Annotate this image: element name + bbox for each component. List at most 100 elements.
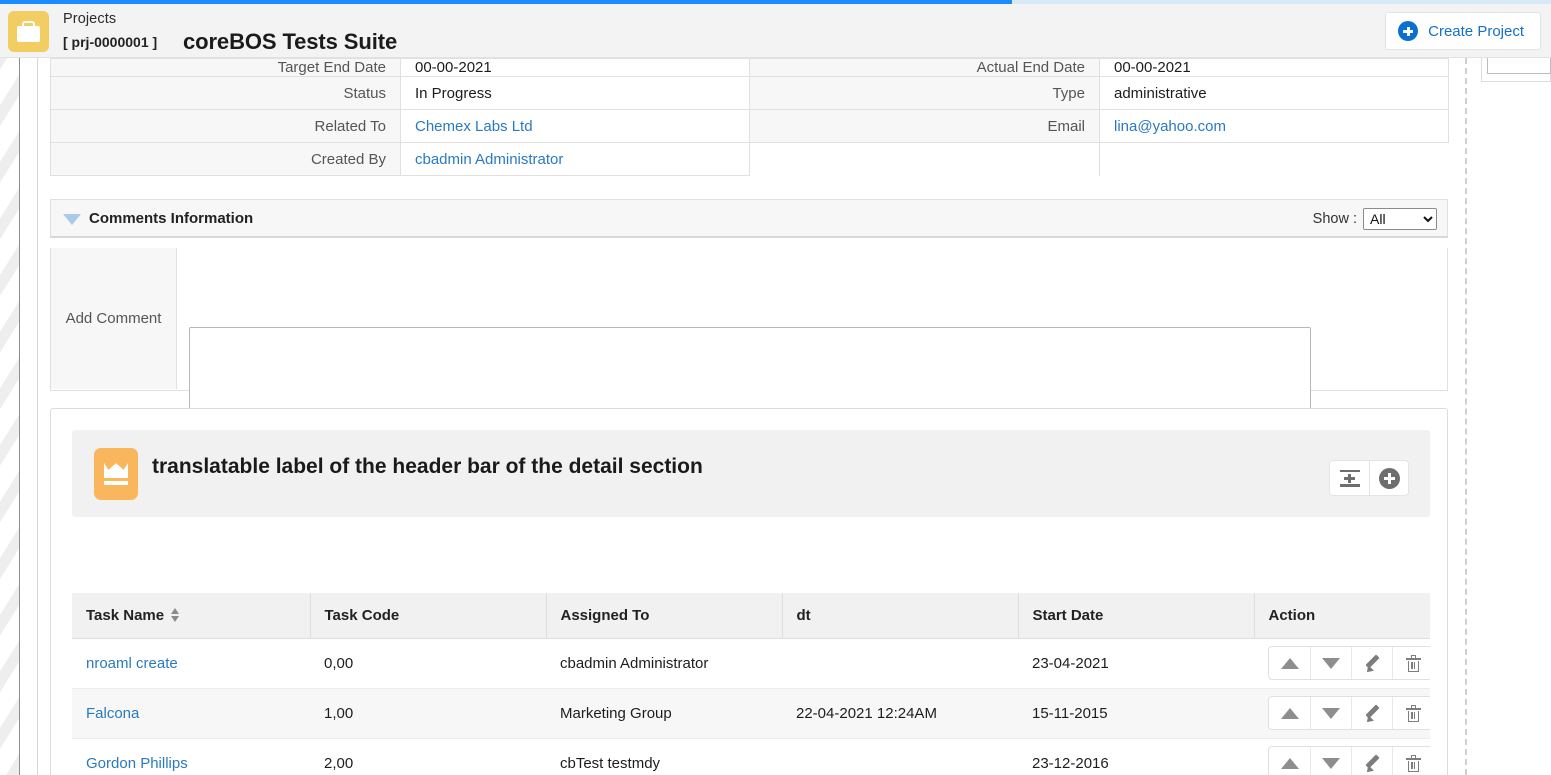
add-comment-label-cell: Add Comment bbox=[51, 248, 177, 389]
column-header-action: Action bbox=[1254, 593, 1430, 639]
column-label: Task Name bbox=[86, 606, 165, 624]
task-name-link[interactable]: Gordon Phillips bbox=[86, 755, 188, 772]
cell-action bbox=[1254, 738, 1430, 775]
field-label: Target End Date bbox=[50, 58, 401, 77]
cell-task-name: Gordon Phillips bbox=[72, 738, 310, 775]
delete-icon[interactable] bbox=[1392, 647, 1430, 679]
edit-icon[interactable] bbox=[1351, 747, 1392, 775]
plus-circle-icon bbox=[1398, 21, 1419, 41]
cell-task-code: 2,00 bbox=[310, 738, 546, 775]
background-pattern-strip bbox=[0, 58, 19, 775]
add-icon[interactable] bbox=[1369, 461, 1408, 495]
page-title: coreBOS Tests Suite bbox=[183, 29, 398, 54]
cell-start-date: 23-12-2016 bbox=[1018, 738, 1254, 775]
cell-task-name: Falcona bbox=[72, 688, 310, 739]
comments-section-header: Comments Information Show : All bbox=[50, 199, 1448, 238]
cell-dt: 22-04-2021 12:24AM bbox=[782, 688, 1018, 739]
field-empty-cell bbox=[749, 142, 1100, 176]
delete-icon[interactable] bbox=[1392, 747, 1430, 775]
related-list-card: translatable label of the header bar of … bbox=[50, 408, 1448, 775]
cell-assigned-to: Marketing Group bbox=[546, 688, 782, 739]
field-empty-cell bbox=[1099, 142, 1449, 176]
page-load-progress-track bbox=[1012, 0, 1551, 4]
table-row: Falcona 1,00 Marketing Group 22-04-2021 … bbox=[72, 688, 1430, 739]
field-value-related-to: Chemex Labs Ltd bbox=[400, 109, 750, 143]
create-project-label: Create Project bbox=[1428, 22, 1524, 40]
comments-section-title: Comments Information bbox=[89, 210, 254, 227]
related-list-title: translatable label of the header bar of … bbox=[152, 455, 703, 478]
created-by-link[interactable]: cbadmin Administrator bbox=[415, 151, 563, 168]
email-link[interactable]: lina@yahoo.com bbox=[1114, 118, 1226, 135]
cell-start-date: 15-11-2015 bbox=[1018, 688, 1254, 739]
move-up-icon[interactable] bbox=[1269, 697, 1310, 729]
related-list-header: translatable label of the header bar of … bbox=[72, 430, 1430, 517]
triangle-down-icon[interactable] bbox=[63, 214, 81, 225]
cell-task-code: 1,00 bbox=[310, 688, 546, 739]
right-dashed-divider bbox=[1465, 58, 1467, 775]
show-filter-select[interactable]: All bbox=[1363, 208, 1437, 230]
cell-dt bbox=[782, 638, 1018, 689]
task-name-link[interactable]: Falcona bbox=[86, 705, 139, 722]
cell-action bbox=[1254, 688, 1430, 739]
fit-rows-icon[interactable] bbox=[1330, 461, 1369, 495]
left-divider-primary bbox=[19, 58, 20, 775]
related-list-toolbar bbox=[1329, 460, 1409, 496]
add-comment-row: Add Comment Save Clear bbox=[50, 248, 1448, 455]
field-value-status: In Progress bbox=[400, 76, 750, 110]
cell-assigned-to: cbTest testmdy bbox=[546, 738, 782, 775]
move-down-icon[interactable] bbox=[1310, 747, 1351, 775]
table-row: Created By cbadmin Administrator bbox=[50, 142, 1449, 176]
comment-input[interactable] bbox=[189, 327, 1311, 417]
main-content: Target End Date 00-00-2021 Actual End Da… bbox=[38, 58, 1465, 775]
table-row: Status In Progress Type administrative bbox=[50, 76, 1449, 110]
page-load-progress-bar bbox=[0, 0, 1012, 4]
move-down-icon[interactable] bbox=[1310, 647, 1351, 679]
cell-action bbox=[1254, 638, 1430, 689]
field-label-status: Status bbox=[50, 76, 401, 110]
edit-icon[interactable] bbox=[1351, 647, 1392, 679]
task-name-link[interactable]: nroaml create bbox=[86, 655, 178, 672]
cell-task-name: nroaml create bbox=[72, 638, 310, 689]
sort-arrows-icon[interactable] bbox=[171, 607, 180, 623]
related-list-body: nroaml create 0,00 cbadmin Administrator… bbox=[72, 638, 1430, 775]
table-row: Related To Chemex Labs Ltd Email lina@ya… bbox=[50, 109, 1449, 143]
row-action-group bbox=[1268, 696, 1430, 730]
move-up-icon[interactable] bbox=[1269, 747, 1310, 775]
related-to-link[interactable]: Chemex Labs Ltd bbox=[415, 118, 533, 135]
table-row: nroaml create 0,00 cbadmin Administrator… bbox=[72, 638, 1430, 689]
move-down-icon[interactable] bbox=[1310, 697, 1351, 729]
briefcase-icon bbox=[8, 11, 49, 52]
app-header: Projects [ prj-0000001 ] coreBOS Tests S… bbox=[0, 4, 1551, 58]
page-root: Target End Date 00-00-2021 Actual End Da… bbox=[0, 0, 1551, 775]
cell-dt bbox=[782, 738, 1018, 775]
field-value-created-by: cbadmin Administrator bbox=[400, 142, 750, 176]
field-label-created-by: Created By bbox=[50, 142, 401, 176]
delete-icon[interactable] bbox=[1392, 697, 1430, 729]
row-action-group bbox=[1268, 746, 1430, 775]
detail-field-table: Target End Date 00-00-2021 Actual End Da… bbox=[50, 58, 1449, 176]
column-header-task-code[interactable]: Task Code bbox=[310, 593, 547, 639]
right-panel-stub-inner bbox=[1487, 58, 1551, 74]
table-row: Target End Date 00-00-2021 Actual End Da… bbox=[50, 58, 1449, 77]
crown-icon bbox=[94, 448, 138, 500]
move-up-icon[interactable] bbox=[1269, 647, 1310, 679]
column-header-dt[interactable]: dt bbox=[782, 593, 1019, 639]
field-value: 00-00-2021 bbox=[1099, 58, 1449, 77]
field-label: Actual End Date bbox=[749, 58, 1100, 77]
edit-icon[interactable] bbox=[1351, 697, 1392, 729]
cell-start-date: 23-04-2021 bbox=[1018, 638, 1254, 689]
column-header-task-name[interactable]: Task Name bbox=[72, 593, 311, 639]
table-header-row: Task Name Task Code Assigned To dt Start… bbox=[72, 593, 1430, 639]
field-label-related-to: Related To bbox=[50, 109, 401, 143]
create-project-button[interactable]: Create Project bbox=[1385, 12, 1541, 50]
field-label-type: Type bbox=[749, 76, 1100, 110]
field-label-email: Email bbox=[749, 109, 1100, 143]
column-header-assigned-to[interactable]: Assigned To bbox=[546, 593, 783, 639]
show-filter-label: Show : bbox=[1312, 211, 1357, 227]
field-value-type: administrative bbox=[1099, 76, 1449, 110]
field-value: 00-00-2021 bbox=[400, 58, 750, 77]
field-value-email: lina@yahoo.com bbox=[1099, 109, 1449, 143]
column-header-start-date[interactable]: Start Date bbox=[1018, 593, 1255, 639]
cell-assigned-to: cbadmin Administrator bbox=[546, 638, 782, 689]
breadcrumb-module[interactable]: Projects bbox=[63, 11, 116, 27]
